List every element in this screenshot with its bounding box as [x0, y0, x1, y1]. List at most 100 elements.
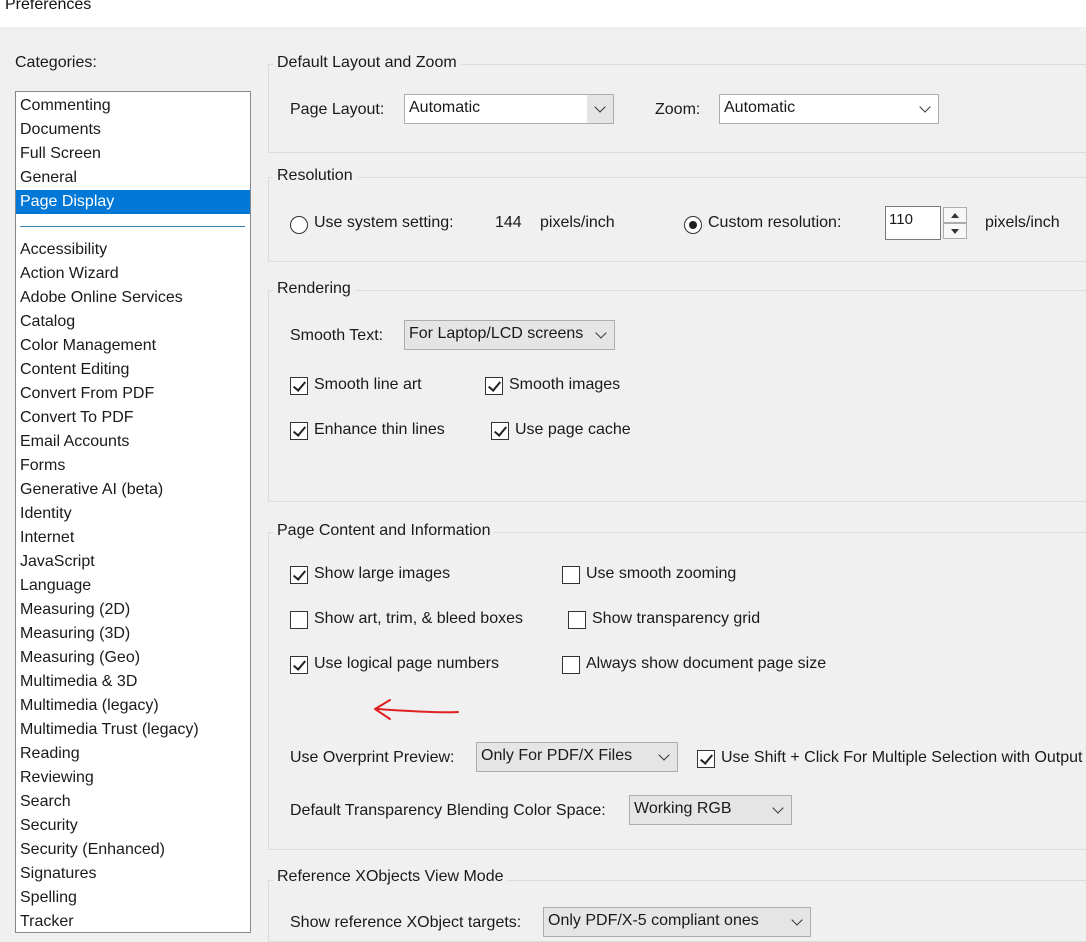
overprint-select[interactable]: Only For PDF/X Files [476, 742, 678, 772]
show-boxes-label: Show art, trim, & bleed boxes [314, 610, 523, 627]
enhance-thin-lines-label: Enhance thin lines [314, 421, 445, 438]
zoom-select[interactable]: Automatic [719, 94, 939, 124]
rendering-title: Rendering [273, 280, 355, 298]
category-item[interactable]: Security (Enhanced) [16, 838, 250, 862]
category-item[interactable]: Adobe Online Services [16, 286, 250, 310]
smooth-images-label: Smooth images [509, 376, 621, 393]
show-large-images-label: Show large images [314, 565, 451, 582]
shift-click-checkbox[interactable] [697, 750, 715, 768]
category-item[interactable]: Convert To PDF [16, 406, 250, 430]
category-item[interactable]: Forms [16, 454, 250, 478]
category-item[interactable]: JavaScript [16, 550, 250, 574]
category-item[interactable]: Content Editing [16, 358, 250, 382]
category-item[interactable]: Signatures [16, 862, 250, 886]
page-layout-label: Page Layout: [290, 101, 385, 118]
category-item[interactable]: Multimedia (legacy) [16, 694, 250, 718]
blending-select[interactable]: Working RGB [629, 795, 792, 825]
smooth-text-select[interactable]: For Laptop/LCD screens [404, 320, 615, 350]
rendering-group [268, 290, 1086, 502]
categories-list[interactable]: Commenting Documents Full Screen General… [15, 91, 251, 933]
category-item[interactable]: Action Wizard [16, 262, 250, 286]
title-bar: Preferences [0, 0, 1086, 27]
category-item[interactable]: Convert From PDF [16, 382, 250, 406]
system-setting-label: Use system setting: [314, 214, 454, 231]
category-commenting[interactable]: Commenting [16, 94, 250, 118]
category-item[interactable]: Spelling [16, 886, 250, 910]
category-item[interactable]: Identity [16, 502, 250, 526]
use-page-cache-label: Use page cache [515, 421, 631, 438]
xobjects-value: Only PDF/X-5 compliant ones [548, 912, 759, 929]
page-content-title: Page Content and Information [273, 522, 495, 540]
use-smooth-zooming-label: Use smooth zooming [586, 565, 737, 582]
system-resolution-value: 144 [495, 214, 522, 231]
category-item[interactable]: Tracker [16, 910, 250, 932]
smooth-line-art-checkbox[interactable] [290, 377, 308, 395]
category-item[interactable]: Reviewing [16, 766, 250, 790]
use-smooth-zooming-checkbox[interactable] [562, 566, 580, 584]
spin-up-icon[interactable] [943, 207, 967, 223]
category-item[interactable]: Search [16, 790, 250, 814]
custom-resolution-label: Custom resolution: [708, 214, 842, 231]
category-item[interactable]: Measuring (3D) [16, 622, 250, 646]
category-general[interactable]: General [16, 166, 250, 190]
annotation-arrow-icon [374, 699, 459, 720]
shift-click-label: Use Shift + Click For Multiple Selection… [721, 749, 1083, 766]
chevron-down-icon [912, 95, 938, 123]
category-full-screen[interactable]: Full Screen [16, 142, 250, 166]
category-item[interactable]: Color Management [16, 334, 250, 358]
use-logical-page-numbers-label: Use logical page numbers [314, 655, 499, 672]
smooth-text-label: Smooth Text: [290, 327, 384, 344]
category-item[interactable]: Multimedia Trust (legacy) [16, 718, 250, 742]
category-item[interactable]: Accessibility [16, 238, 250, 262]
custom-resolution-radio[interactable] [684, 216, 702, 234]
overprint-value: Only For PDF/X Files [481, 747, 633, 764]
xobjects-show-label: Show reference XObject targets: [290, 914, 522, 931]
chevron-down-icon [588, 321, 614, 349]
show-transparency-grid-checkbox[interactable] [568, 611, 586, 629]
category-item[interactable]: Security [16, 814, 250, 838]
show-boxes-checkbox[interactable] [290, 611, 308, 629]
category-item[interactable]: Multimedia & 3D [16, 670, 250, 694]
category-documents[interactable]: Documents [16, 118, 250, 142]
zoom-value: Automatic [724, 99, 796, 116]
show-large-images-checkbox[interactable] [290, 566, 308, 584]
page-layout-value: Automatic [405, 95, 587, 123]
category-page-display[interactable]: Page Display [16, 190, 250, 214]
category-item[interactable]: Measuring (2D) [16, 598, 250, 622]
smooth-line-art-label: Smooth line art [314, 376, 422, 393]
chevron-down-icon [765, 796, 791, 824]
category-item[interactable]: Email Accounts [16, 430, 250, 454]
category-separator [20, 226, 245, 227]
smooth-text-value: For Laptop/LCD screens [409, 325, 584, 342]
overprint-label: Use Overprint Preview: [290, 749, 455, 766]
show-transparency-grid-label: Show transparency grid [592, 610, 761, 627]
system-resolution-unit: pixels/inch [540, 214, 615, 231]
window-title: Preferences [5, 0, 92, 13]
categories-label: Categories: [15, 54, 97, 71]
smooth-images-checkbox[interactable] [485, 377, 503, 395]
zoom-label: Zoom: [655, 101, 701, 118]
custom-resolution-unit: pixels/inch [985, 214, 1060, 231]
xobjects-title: Reference XObjects View Mode [273, 868, 508, 886]
chevron-down-icon [784, 908, 810, 936]
enhance-thin-lines-checkbox[interactable] [290, 422, 308, 440]
blending-value: Working RGB [634, 800, 732, 817]
chevron-down-icon [587, 95, 613, 123]
system-setting-radio[interactable] [290, 216, 308, 234]
layout-zoom-title: Default Layout and Zoom [273, 54, 461, 72]
blending-label: Default Transparency Blending Color Spac… [290, 802, 606, 819]
xobjects-select[interactable]: Only PDF/X-5 compliant ones [543, 907, 811, 937]
page-layout-select[interactable]: Automatic [404, 94, 614, 124]
use-page-cache-checkbox[interactable] [491, 422, 509, 440]
always-show-page-size-label: Always show document page size [586, 655, 827, 672]
always-show-page-size-checkbox[interactable] [562, 656, 580, 674]
use-logical-page-numbers-checkbox[interactable] [290, 656, 308, 674]
category-item[interactable]: Generative AI (beta) [16, 478, 250, 502]
category-item[interactable]: Reading [16, 742, 250, 766]
category-item[interactable]: Measuring (Geo) [16, 646, 250, 670]
category-item[interactable]: Catalog [16, 310, 250, 334]
category-item[interactable]: Language [16, 574, 250, 598]
custom-resolution-input[interactable]: 110 [885, 206, 941, 240]
spin-down-icon[interactable] [943, 223, 967, 239]
category-item[interactable]: Internet [16, 526, 250, 550]
